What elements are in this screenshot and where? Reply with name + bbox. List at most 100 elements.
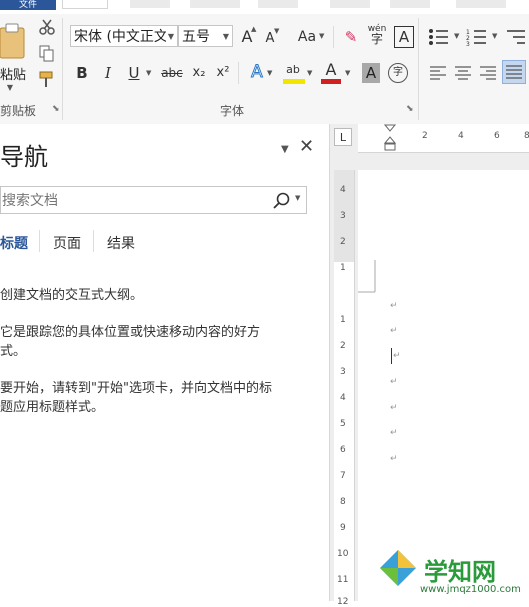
- highlight-color-bar: [283, 79, 305, 84]
- font-color-icon[interactable]: A: [322, 60, 340, 80]
- shrink-arrow-icon: ▼: [274, 27, 280, 35]
- watermark-logo-icon: [380, 550, 416, 586]
- search-options-chevron-down-icon[interactable]: ▼: [295, 194, 300, 202]
- ruler-number: 1: [340, 263, 346, 273]
- justify-button[interactable]: [502, 60, 526, 84]
- tab-home[interactable]: [62, 0, 108, 9]
- char-border-icon[interactable]: A: [394, 26, 414, 48]
- ruler-number: 4: [340, 185, 346, 195]
- clipboard-launcher-icon[interactable]: ⬊: [52, 104, 60, 114]
- center-icon[interactable]: [455, 66, 471, 80]
- vertical-ruler[interactable]: 4 3 2 1 1 2 3 4 5 6 7 8 9 10 11 12: [334, 170, 355, 607]
- group-divider: [238, 62, 239, 84]
- group-divider: [418, 18, 419, 120]
- bold-icon[interactable]: B: [74, 63, 90, 83]
- watermark-url: www.jmqz1000.com: [420, 584, 521, 595]
- char-shading-icon[interactable]: A: [362, 63, 380, 83]
- tab-review[interactable]: [456, 0, 506, 8]
- nav-hint-line: 题应用标题样式。: [0, 400, 105, 415]
- ruler-number: 2: [422, 131, 428, 141]
- font-color-chevron-down-icon[interactable]: ▼: [345, 69, 350, 77]
- cut-icon[interactable]: [38, 18, 56, 36]
- indent-marker-icon[interactable]: [384, 124, 396, 152]
- ruler-number: 8: [524, 131, 529, 141]
- numbering-icon[interactable]: 1 2 3: [466, 28, 490, 46]
- paragraph-mark-icon: ↵: [390, 377, 398, 387]
- format-painter-icon[interactable]: [38, 70, 56, 88]
- strikethrough-icon[interactable]: abc: [160, 63, 184, 83]
- bullets-chevron-down-icon[interactable]: ▼: [454, 32, 459, 40]
- ruler-number: 6: [340, 445, 346, 455]
- ruler-number: 5: [340, 419, 346, 429]
- font-size-chevron-down-icon: ▼: [222, 32, 229, 41]
- ruler-number: 9: [340, 523, 346, 533]
- tab-file[interactable]: 文件: [0, 0, 56, 10]
- align-right-icon[interactable]: [480, 66, 496, 80]
- close-icon[interactable]: ✕: [299, 136, 314, 157]
- italic-icon[interactable]: I: [100, 63, 116, 83]
- ruler-number: 4: [340, 393, 346, 403]
- paragraph-mark-icon: ↵: [390, 326, 398, 336]
- group-divider: [62, 18, 63, 120]
- tab-design[interactable]: [190, 0, 240, 8]
- tab-pages[interactable]: 页面: [53, 233, 81, 253]
- phonetic-guide-icon[interactable]: wén 字: [366, 24, 388, 46]
- ruler-number: 11: [337, 575, 349, 585]
- tab-layout[interactable]: [258, 0, 298, 8]
- paragraph-mark-icon: ↵: [390, 454, 398, 464]
- multilevel-list-icon[interactable]: [505, 28, 529, 46]
- nav-pane-options-chevron-down-icon[interactable]: ▼: [281, 144, 289, 155]
- font-size-select[interactable]: 五号 ▼: [178, 25, 233, 47]
- ruler-number: 1: [340, 315, 346, 325]
- tab-references[interactable]: [330, 0, 370, 8]
- font-launcher-icon[interactable]: ⬊: [406, 104, 414, 114]
- document-page[interactable]: ↵ ↵ ↵ ↵ ↵ ↵ ↵: [358, 170, 529, 601]
- ruler-number: 3: [340, 211, 346, 221]
- tab-selector-button[interactable]: L: [334, 128, 352, 146]
- change-case-chevron-down-icon: ▼: [319, 32, 325, 40]
- paragraph-mark-icon: ↵: [390, 301, 398, 311]
- font-name-value: 宋体 (中文正文: [74, 29, 168, 45]
- clear-format-icon[interactable]: ✎: [342, 27, 360, 47]
- highlight-chevron-down-icon[interactable]: ▼: [307, 69, 312, 77]
- search-box[interactable]: ▼: [0, 186, 307, 214]
- tab-divider: [39, 230, 40, 252]
- watermark-text: 学知网: [424, 558, 496, 586]
- paragraph-mark-icon: ↵: [390, 428, 398, 438]
- horizontal-ruler[interactable]: 2 4 6 8: [358, 124, 529, 153]
- grow-arrow-icon: ▲: [251, 25, 257, 33]
- change-case-icon[interactable]: Aa: [296, 27, 318, 47]
- bullets-icon[interactable]: [428, 28, 452, 46]
- font-size-value: 五号: [182, 29, 210, 45]
- underline-icon[interactable]: U: [126, 63, 142, 83]
- enclose-char-icon[interactable]: 字: [388, 63, 408, 83]
- numbering-chevron-down-icon[interactable]: ▼: [492, 32, 497, 40]
- tab-mailings[interactable]: [390, 0, 430, 8]
- nav-hint-line: 它是跟踪您的具体位置或快速移动内容的好方: [0, 325, 261, 340]
- paste-dropdown-icon[interactable]: ▼: [0, 83, 20, 92]
- search-input[interactable]: [1, 190, 264, 212]
- text-cursor: [391, 348, 392, 364]
- paste-label: 粘贴: [0, 68, 27, 83]
- paragraph-mark-icon: ↵: [390, 403, 398, 413]
- search-icon[interactable]: [273, 192, 291, 210]
- ruler-number: 12: [337, 597, 349, 607]
- text-effects-chevron-down-icon[interactable]: ▼: [267, 69, 272, 77]
- tab-results[interactable]: 结果: [107, 233, 135, 253]
- underline-chevron-down-icon[interactable]: ▼: [146, 69, 151, 77]
- superscript-icon[interactable]: x²: [214, 63, 232, 83]
- highlight-icon[interactable]: ab: [282, 60, 304, 80]
- copy-icon[interactable]: [38, 44, 56, 62]
- svg-text:3: 3: [466, 41, 470, 46]
- text-effects-icon[interactable]: A: [248, 62, 266, 83]
- tab-insert[interactable]: [130, 0, 170, 8]
- align-left-icon[interactable]: [430, 66, 446, 80]
- font-name-select[interactable]: 宋体 (中文正文 ▼: [70, 25, 178, 47]
- ruler-number: 3: [340, 367, 346, 377]
- nav-hint-line: 要开始，请转到"开始"选项卡，并向文档中的标: [0, 381, 272, 396]
- font-name-chevron-down-icon: ▼: [165, 26, 174, 46]
- tab-divider: [93, 230, 94, 252]
- subscript-icon[interactable]: x₂: [190, 63, 208, 83]
- paste-button[interactable]: 粘贴 ▼: [0, 22, 30, 92]
- tab-headings[interactable]: 标题: [0, 233, 28, 253]
